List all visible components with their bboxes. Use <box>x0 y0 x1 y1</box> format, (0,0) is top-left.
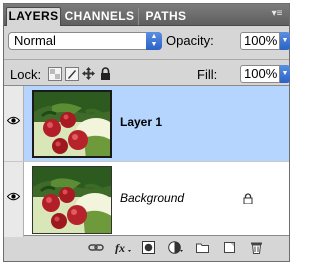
opacity-dropdown-icon[interactable]: ▼ <box>280 32 290 50</box>
blend-mode-stepper-icon[interactable]: ▲ ▼ <box>146 32 162 50</box>
layer-style-icon[interactable]: fx <box>115 241 133 254</box>
lock-label: Lock: <box>10 67 42 82</box>
blend-mode-select[interactable]: Normal ▲ ▼ <box>8 32 162 50</box>
opacity-label: Opacity: <box>166 33 214 48</box>
panel-menu-icon[interactable]: ▾≡ <box>270 7 284 21</box>
eye-icon <box>7 116 20 125</box>
layers-panel: LAYERS CHANNELS PATHS ▾≡ Normal ▲ ▼ Opaci… <box>3 3 290 262</box>
new-layer-icon[interactable] <box>223 241 236 254</box>
eye-icon <box>7 192 20 201</box>
tab-channels[interactable]: CHANNELS <box>61 8 139 25</box>
lock-all-icon[interactable] <box>98 67 112 81</box>
delete-layer-icon[interactable] <box>250 241 263 254</box>
svg-text:fx: fx <box>115 241 125 254</box>
link-layers-icon[interactable] <box>88 241 104 254</box>
new-group-icon[interactable] <box>196 241 209 254</box>
layers-bottom-bar: fx <box>4 233 289 261</box>
tab-paths[interactable]: PATHS <box>139 8 193 25</box>
visibility-toggle[interactable] <box>4 162 24 237</box>
visibility-toggle[interactable] <box>4 86 24 161</box>
adjustment-layer-icon[interactable] <box>168 241 184 254</box>
layer-row-background[interactable]: Background <box>4 162 289 237</box>
fill-dropdown-icon[interactable]: ▼ <box>280 65 290 83</box>
layer-thumbnail <box>32 90 112 158</box>
tab-bar: LAYERS CHANNELS PATHS ▾≡ <box>4 4 289 26</box>
layer-lock-icon <box>243 193 253 204</box>
layer-row-layer-1[interactable]: Layer 1 <box>4 86 289 161</box>
lock-position-icon[interactable] <box>81 67 95 81</box>
fill-label: Fill: <box>197 67 218 82</box>
layers-list: Layer 1 Background <box>4 85 289 237</box>
layer-name[interactable]: Layer 1 <box>120 115 162 129</box>
lock-transparent-pixels-icon[interactable] <box>48 67 62 81</box>
layer-name[interactable]: Background <box>120 191 184 205</box>
layer-mask-icon[interactable] <box>142 241 155 254</box>
lock-image-pixels-icon[interactable] <box>65 67 79 81</box>
layer-thumbnail <box>32 166 112 234</box>
fill-field[interactable]: 100% <box>240 65 280 83</box>
divider <box>4 59 289 60</box>
opacity-field[interactable]: 100% <box>240 32 280 50</box>
tab-layers[interactable]: LAYERS <box>6 7 61 26</box>
blend-mode-value: Normal <box>14 33 56 48</box>
